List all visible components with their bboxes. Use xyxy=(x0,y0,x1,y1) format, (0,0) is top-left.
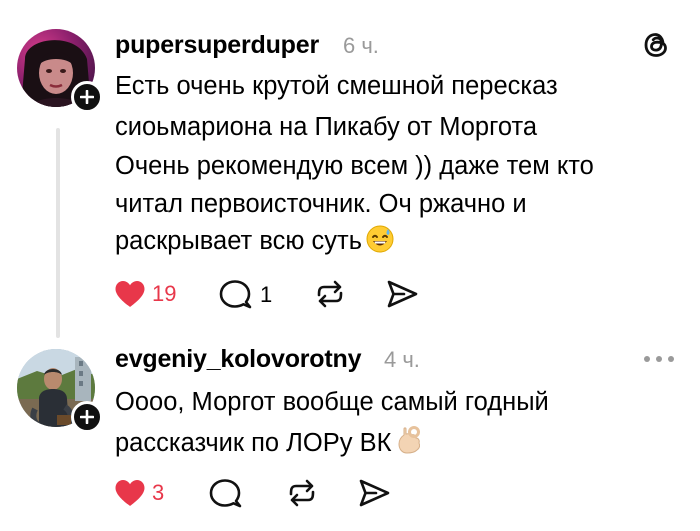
username[interactable]: pupersuperduper xyxy=(115,30,319,60)
dot-icon xyxy=(644,356,650,362)
post-time: 6 ч. xyxy=(343,33,379,58)
thread-connector-line xyxy=(56,128,60,338)
like-count: 19 xyxy=(152,281,177,306)
repost-button[interactable] xyxy=(285,477,319,509)
dot-icon xyxy=(668,356,674,362)
plus-icon xyxy=(80,410,94,424)
heart-icon xyxy=(115,480,145,506)
follow-plus-button[interactable] xyxy=(71,401,103,433)
comment-icon xyxy=(219,280,252,309)
reply-button[interactable] xyxy=(208,478,244,510)
post-text-line: сиоьмариона на Пикабу от Моргота xyxy=(115,113,538,141)
reply-button[interactable]: 1 xyxy=(218,279,272,311)
post-text-line: рассказчик по ЛОРу ВК xyxy=(115,429,392,457)
username[interactable]: evgeniy_kolovorotny xyxy=(115,344,361,374)
post-text-line-with-emoji: раскрывает всю суть xyxy=(115,225,394,261)
more-options-button[interactable] xyxy=(640,352,678,366)
post-time: 4 ч. xyxy=(384,347,420,372)
post-text-line: Оооо, Моргот вообще самый годный xyxy=(115,388,549,416)
thread-post: pupersuperduper 6 ч. Есть очень крутой с… xyxy=(0,0,700,345)
grinning-sweat-emoji xyxy=(366,225,394,261)
post-text-line-with-emoji: рассказчик по ЛОРу ВК xyxy=(115,425,425,463)
repost-button[interactable] xyxy=(313,278,347,310)
share-button[interactable] xyxy=(357,478,391,508)
dot-icon xyxy=(656,356,662,362)
post-text-line: читал первоисточник. Оч ржачно и xyxy=(115,190,527,218)
avatar-container[interactable] xyxy=(17,349,103,433)
heart-icon xyxy=(115,281,145,307)
threads-logo-icon[interactable] xyxy=(642,30,670,65)
post-text-line: раскрывает всю суть xyxy=(115,227,363,255)
like-button[interactable]: 3 xyxy=(114,479,164,507)
repost-icon xyxy=(317,280,343,308)
post-text-line: Очень рекомендую всем )) даже тем кто xyxy=(115,152,594,180)
share-icon xyxy=(359,479,390,507)
post-text-line: Есть очень крутой смешной пересказ xyxy=(115,72,558,100)
like-count: 3 xyxy=(152,480,165,505)
share-icon xyxy=(387,280,418,308)
ok-hand-emoji xyxy=(395,425,425,463)
share-button[interactable] xyxy=(385,279,419,309)
avatar-container[interactable] xyxy=(17,29,103,113)
reply-count: 1 xyxy=(260,282,273,307)
thread-post: evgeniy_kolovorotny 4 ч. Оооо, Моргот во… xyxy=(0,340,700,531)
repost-icon xyxy=(289,479,315,507)
comment-icon xyxy=(209,479,242,508)
follow-plus-button[interactable] xyxy=(71,81,103,113)
plus-icon xyxy=(80,90,94,104)
like-button[interactable]: 19 xyxy=(114,280,176,308)
